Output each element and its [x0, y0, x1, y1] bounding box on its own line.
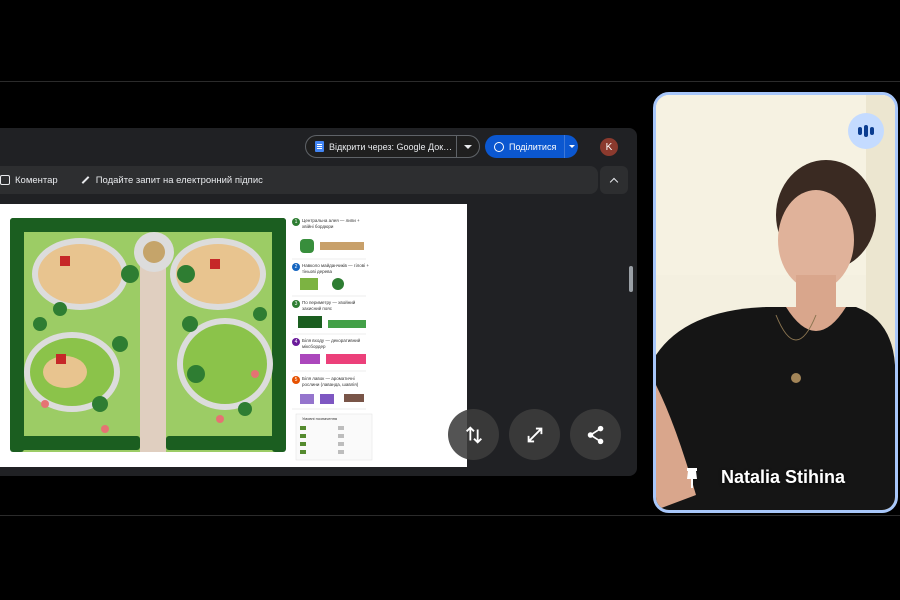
legend-text: По периметру — хвойний захисний пояс — [302, 300, 356, 311]
divider-bottom — [0, 515, 900, 516]
legend-item-2: 2 Навколо майданчиків — гілові + тіньові… — [292, 263, 372, 274]
share-screen-button[interactable] — [570, 409, 621, 460]
open-with-button[interactable]: Відкрити через: Google Док… — [305, 135, 480, 158]
viewer-toolbar: Відкрити через: Google Док… Поділитися K — [0, 128, 637, 164]
legend-num: 4 — [292, 338, 300, 346]
audio-level-indicator — [848, 113, 884, 149]
scrollbar-thumb[interactable] — [629, 266, 633, 292]
avatar[interactable]: K — [600, 138, 618, 156]
pin-icon[interactable] — [684, 467, 700, 489]
document-page: 1 Центральна алея — липи + хвійні бордюр… — [0, 204, 467, 467]
collapse-toolbar-button[interactable] — [600, 166, 628, 194]
legend-text: Біля входу — декоративний міксбордер — [302, 338, 361, 349]
esign-button[interactable]: Подайте запит на електронний підпис — [80, 175, 263, 186]
audio-bar — [870, 127, 874, 135]
chevron-down-icon — [464, 144, 472, 149]
participant-name: Natalia Stihina — [721, 467, 846, 487]
google-docs-icon — [315, 141, 324, 152]
expand-icon — [527, 427, 542, 442]
share-icon — [587, 425, 603, 444]
esign-label: Подайте запит на електронний підпис — [95, 174, 263, 186]
legend-text: Центральна алея — липи + хвійні бордюри — [302, 218, 360, 229]
fullscreen-button[interactable] — [509, 409, 560, 460]
share-label: Поділитися — [509, 141, 557, 152]
add-comment-icon — [0, 175, 10, 185]
legend-num: 2 — [292, 263, 300, 271]
open-with-label: Відкрити через: Google Док… — [329, 141, 453, 152]
swap-vertical-icon — [465, 425, 482, 444]
globe-icon — [494, 141, 504, 152]
legend-title: Умовні позначення — [302, 416, 338, 421]
legend-item-5: 5 Біля лавок — ароматичні рослини (лаван… — [292, 376, 372, 387]
legend-num: 1 — [292, 218, 300, 226]
meet-stage: Відкрити через: Google Док… Поділитися K… — [0, 0, 900, 600]
legend-item-4: 4 Біля входу — декоративний міксбордер — [292, 338, 372, 349]
legend-num: 3 — [292, 300, 300, 308]
chevron-down-icon — [568, 145, 575, 148]
open-with-dropdown[interactable] — [457, 144, 479, 149]
share-button[interactable]: Поділитися — [485, 135, 578, 158]
comment-label: Коментар — [15, 174, 58, 186]
comment-button[interactable]: Коментар — [0, 175, 58, 186]
participant-tile[interactable]: Natalia Stihina — [653, 92, 898, 513]
legend-item-1: 1 Центральна алея — липи + хвійні бордюр… — [292, 218, 372, 229]
document-actions-bar: Коментар Подайте запит на електронний пі… — [0, 166, 598, 194]
park-plan-image — [0, 204, 467, 467]
swap-layout-button[interactable] — [448, 409, 499, 460]
chevron-up-icon — [609, 177, 619, 186]
legend-text: Навколо майданчиків — гілові + тіньові д… — [302, 263, 370, 274]
legend-item-3: 3 По периметру — хвойний захисний пояс — [292, 300, 372, 311]
legend-num: 5 — [292, 376, 300, 384]
presentation-panel: Відкрити через: Google Док… Поділитися K… — [0, 128, 637, 476]
divider-top — [0, 81, 900, 82]
share-dropdown[interactable] — [564, 135, 578, 158]
participant-video — [656, 95, 895, 510]
audio-bar — [858, 127, 862, 135]
signature-icon — [80, 175, 90, 185]
legend-text: Біля лавок — ароматичні рослини (лаванда… — [302, 376, 359, 387]
audio-bar — [864, 125, 868, 137]
